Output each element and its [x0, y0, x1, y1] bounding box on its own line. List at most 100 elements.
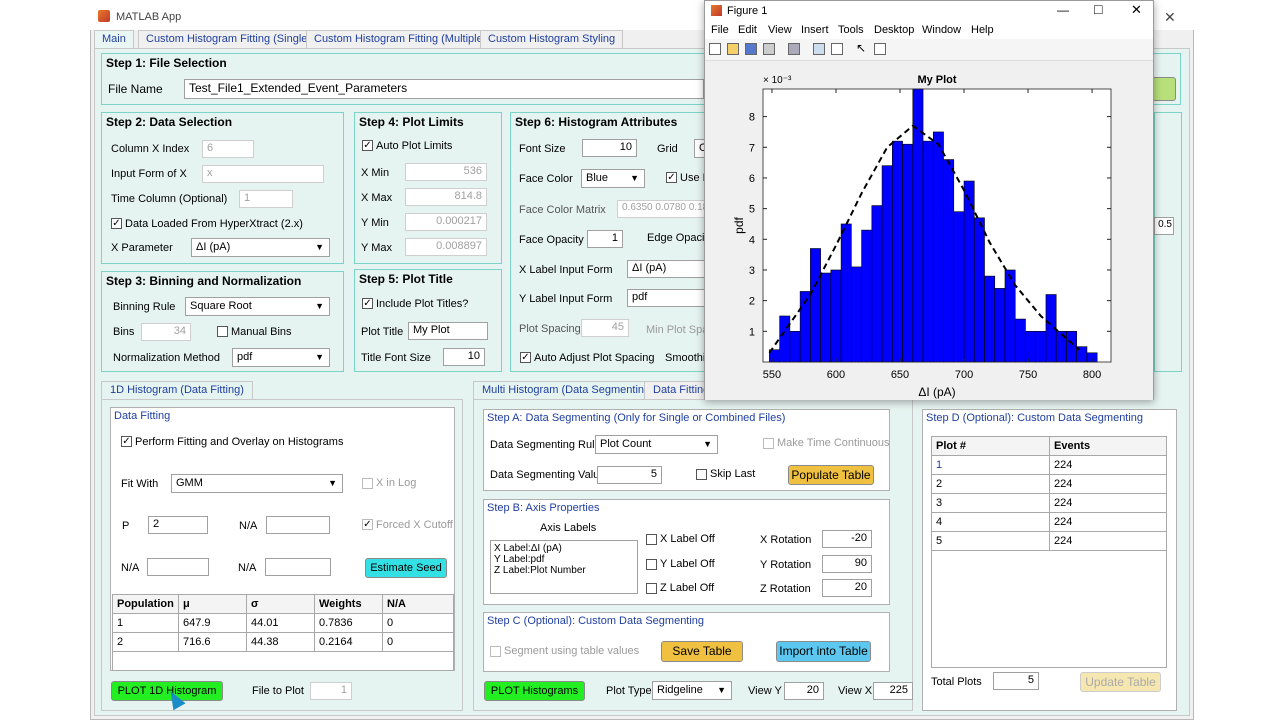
p-field[interactable]: 2 [148, 516, 208, 534]
save-icon[interactable] [745, 43, 757, 55]
table-row[interactable]: 2 716.6 44.38 0.2164 0 [112, 632, 454, 652]
x-parameter-dropdown[interactable]: ΔI (pA) ▼ [191, 238, 330, 257]
x-label-form-field[interactable]: ΔI (pA) [627, 260, 707, 278]
tab-multi-histogram[interactable]: Multi Histogram (Data Segmenting) [473, 381, 663, 399]
y-rotation-field[interactable]: 90 [822, 555, 872, 573]
table-cell[interactable]: 44.01 [246, 613, 315, 633]
estimate-seed-button[interactable]: Estimate Seed [365, 558, 447, 578]
table-cell[interactable]: 0.2164 [314, 632, 383, 652]
print-icon[interactable] [763, 43, 775, 55]
face-color-matrix-field[interactable]: 0.6350 0.0780 0.184 [617, 200, 707, 218]
forced-cutoff-checkbox[interactable]: ✓ [362, 519, 373, 530]
skip-last-checkbox[interactable] [696, 469, 707, 480]
input-form-field[interactable]: x [202, 165, 324, 183]
y-label-off-checkbox[interactable] [646, 559, 657, 570]
ymax-field[interactable]: 0.008897 [405, 238, 487, 256]
na-field-1[interactable] [266, 516, 330, 534]
bins-field[interactable]: 34 [141, 323, 191, 341]
x-rotation-field[interactable]: -20 [822, 530, 872, 548]
menu-insert[interactable]: Insert [801, 24, 829, 36]
plot-histograms-button[interactable]: PLOT Histograms [484, 681, 585, 701]
browse-button[interactable] [1152, 77, 1176, 101]
legend-icon[interactable] [831, 43, 843, 55]
new-figure-icon[interactable] [709, 43, 721, 55]
file-name-field[interactable]: Test_File1_Extended_Event_Parameters [184, 79, 704, 99]
view-y-field[interactable]: 20 [784, 682, 824, 700]
use-default-checkbox[interactable]: ✓ [666, 172, 677, 183]
table-cell[interactable]: 0 [382, 613, 454, 633]
table-cell[interactable]: 647.9 [178, 613, 247, 633]
plot-type-dropdown[interactable]: Ridgeline ▼ [652, 681, 732, 700]
segment-value-field[interactable]: 5 [597, 466, 662, 484]
font-size-field[interactable]: 10 [582, 139, 637, 157]
menu-tools[interactable]: Tools [838, 24, 864, 36]
update-table-button[interactable]: Update Table [1080, 672, 1161, 692]
time-column-field[interactable]: 1 [239, 190, 293, 208]
normalization-dropdown[interactable]: pdf ▼ [232, 348, 330, 367]
table-cell[interactable]: 0 [382, 632, 454, 652]
xmin-field[interactable]: 536 [405, 163, 487, 181]
x-label-off-checkbox[interactable] [646, 534, 657, 545]
face-color-dropdown[interactable]: Blue ▼ [581, 169, 645, 188]
include-titles-checkbox[interactable]: ✓ [362, 298, 373, 309]
na-field-2[interactable] [147, 558, 209, 576]
partial-value-field[interactable]: 0.5 [1154, 217, 1174, 235]
plot-title-field[interactable]: My Plot [408, 322, 488, 340]
link-plot-icon[interactable] [788, 43, 800, 55]
fit-with-dropdown[interactable]: GMM ▼ [171, 474, 343, 493]
y-label-form-field[interactable]: pdf [627, 289, 707, 307]
column-x-field[interactable]: 6 [202, 140, 254, 158]
populate-table-button[interactable]: Populate Table [788, 465, 874, 485]
property-editor-icon[interactable] [874, 43, 886, 55]
na-field-3[interactable] [265, 558, 331, 576]
minimize-icon[interactable]: — [1057, 3, 1069, 17]
menu-file[interactable]: File [711, 24, 729, 36]
menu-edit[interactable]: Edit [738, 24, 757, 36]
x-in-log-checkbox[interactable] [362, 478, 373, 489]
table-cell[interactable]: 0.7836 [314, 613, 383, 633]
normalization-value: pdf [237, 351, 253, 363]
table-cell[interactable]: 2 [112, 632, 179, 652]
table-cell[interactable]: 44.38 [246, 632, 315, 652]
auto-limits-checkbox[interactable]: ✓ [362, 140, 373, 151]
close-icon[interactable]: ✕ [1164, 9, 1176, 26]
close-icon[interactable]: ✕ [1131, 2, 1142, 18]
menu-desktop[interactable]: Desktop [874, 24, 914, 36]
menu-window[interactable]: Window [922, 24, 961, 36]
table-cell[interactable]: 1 [112, 613, 179, 633]
title-font-field[interactable]: 10 [443, 348, 485, 366]
segment-table-checkbox[interactable] [490, 646, 501, 657]
binning-rule-dropdown[interactable]: Square Root ▼ [185, 297, 330, 316]
auto-adjust-checkbox[interactable]: ✓ [520, 352, 531, 363]
total-plots-field[interactable]: 5 [993, 672, 1039, 690]
menu-help[interactable]: Help [971, 24, 994, 36]
ymin-field[interactable]: 0.000217 [405, 213, 487, 231]
tab-main[interactable]: Main [94, 30, 134, 49]
manual-bins-checkbox[interactable] [217, 326, 228, 337]
pointer-icon[interactable]: ↖ [856, 42, 868, 55]
xmax-field[interactable]: 814.8 [405, 188, 487, 206]
open-icon[interactable] [727, 43, 739, 55]
z-label-off-checkbox[interactable] [646, 583, 657, 594]
segment-rule-dropdown[interactable]: Plot Count ▼ [595, 435, 718, 454]
maximize-icon[interactable]: □ [1094, 1, 1102, 17]
axis-labels-textarea[interactable]: X Label:ΔI (pA) Y Label:pdf Z Label:Plot… [490, 540, 638, 594]
make-continuous-checkbox[interactable] [763, 438, 774, 449]
hyperxtract-checkbox[interactable]: ✓ [111, 218, 122, 229]
colorbar-icon[interactable] [813, 43, 825, 55]
table-cell[interactable]: 716.6 [178, 632, 247, 652]
table-row[interactable]: 1 647.9 44.01 0.7836 0 [112, 613, 454, 633]
perform-fitting-checkbox[interactable]: ✓ [121, 436, 132, 447]
view-x-field[interactable]: 225 [873, 682, 913, 700]
tab-fitting-single[interactable]: Custom Histogram Fitting (Single) [138, 30, 320, 48]
tab-1d-histogram[interactable]: 1D Histogram (Data Fitting) [101, 381, 253, 399]
tab-styling[interactable]: Custom Histogram Styling [480, 30, 624, 48]
face-opacity-field[interactable]: 1 [587, 230, 623, 248]
tab-fitting-multiple[interactable]: Custom Histogram Fitting (Multiple) [306, 30, 495, 48]
import-table-button[interactable]: Import into Table [776, 641, 871, 662]
z-rotation-field[interactable]: 20 [822, 579, 872, 597]
plot-spacing-field[interactable]: 45 [581, 319, 629, 337]
file-to-plot-field[interactable]: 1 [310, 682, 352, 700]
save-table-button[interactable]: Save Table [661, 641, 743, 662]
menu-view[interactable]: View [768, 24, 792, 36]
